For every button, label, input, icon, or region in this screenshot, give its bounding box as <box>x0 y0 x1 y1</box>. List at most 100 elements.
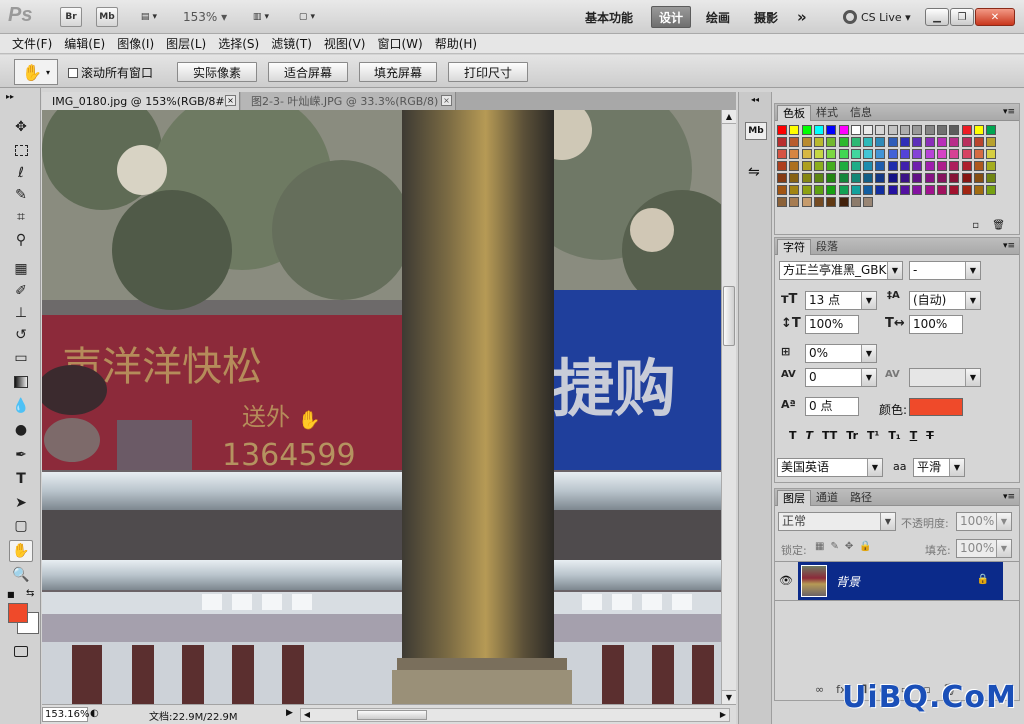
swatch[interactable] <box>789 161 800 171</box>
swatch[interactable] <box>875 173 886 183</box>
swatch[interactable] <box>789 125 800 135</box>
swatch[interactable] <box>789 149 800 159</box>
swatch[interactable] <box>875 185 886 195</box>
language-select[interactable]: 美国英语 ▼ <box>777 458 883 477</box>
gradient-tool-icon[interactable] <box>9 371 33 393</box>
swatch[interactable] <box>949 161 960 171</box>
quick-mask-icon[interactable] <box>9 640 33 662</box>
swatch[interactable] <box>826 173 837 183</box>
delete-swatch-icon[interactable]: 🗑 <box>992 220 1005 231</box>
horizontal-scrollbar-thumb[interactable] <box>357 710 427 720</box>
tab-paths[interactable]: 路径 <box>845 490 877 506</box>
swatch[interactable] <box>826 161 837 171</box>
small-caps-button[interactable]: Tr <box>846 429 858 442</box>
menu-edit[interactable]: 编辑(E) <box>58 34 111 54</box>
text-color-swatch[interactable] <box>909 398 963 416</box>
close-icon[interactable]: ✕ <box>975 8 1015 26</box>
scroll-all-windows-checkbox[interactable]: 滚动所有窗口 <box>68 64 153 81</box>
swatch[interactable] <box>850 173 861 183</box>
fit-screen-button[interactable]: 适合屏幕 <box>268 62 348 82</box>
swatch[interactable] <box>961 125 972 135</box>
view-extras-icon[interactable]: ▤ ▾ <box>132 7 166 27</box>
swatch[interactable] <box>973 137 984 147</box>
swatch[interactable] <box>850 185 861 195</box>
swatch[interactable] <box>850 137 861 147</box>
swatch[interactable] <box>924 185 935 195</box>
close-tab-icon[interactable]: × <box>225 95 236 106</box>
panel-menu-icon[interactable]: ▾≡ <box>1003 241 1015 251</box>
swatch[interactable] <box>850 125 861 135</box>
swatch[interactable] <box>973 161 984 171</box>
swatch[interactable] <box>863 149 874 159</box>
status-icon[interactable]: ◐ <box>90 708 99 719</box>
underline-button[interactable]: T <box>910 429 918 442</box>
swatch[interactable] <box>887 173 898 183</box>
menu-image[interactable]: 图像(I) <box>111 34 160 54</box>
history-panel-icon[interactable]: ⇋ <box>748 164 760 180</box>
swatch[interactable] <box>813 197 824 207</box>
swap-colors-icon[interactable]: ⇆ <box>26 588 34 599</box>
hand-tool-icon[interactable]: ✋ <box>9 540 33 562</box>
lock-all-icon[interactable]: 🔒 <box>859 541 871 552</box>
expand-panels-icon[interactable]: ◂◂ <box>751 95 759 104</box>
cs-live-button[interactable]: CS Live ▾ <box>836 6 918 28</box>
swatch[interactable] <box>986 137 997 147</box>
document-canvas[interactable]: 声洋洋快松 送外 1364599 捷购 ✋ <box>42 110 721 704</box>
swatch[interactable] <box>912 161 923 171</box>
swatch[interactable] <box>777 149 787 159</box>
baseline-shift-input[interactable]: 0 点 <box>805 397 859 416</box>
panel-menu-icon[interactable]: ▾≡ <box>1003 492 1015 502</box>
swatch[interactable] <box>838 185 849 195</box>
blend-mode-select[interactable]: 正常 ▼ <box>778 512 896 531</box>
foreground-color-swatch[interactable] <box>8 603 28 623</box>
tracking-select[interactable]: ▼ <box>909 368 981 387</box>
swatch[interactable] <box>961 173 972 183</box>
swatch[interactable] <box>850 161 861 171</box>
swatch[interactable] <box>961 161 972 171</box>
swatch[interactable] <box>924 125 935 135</box>
scroll-up-icon[interactable]: ▲ <box>722 110 736 124</box>
default-colors-icon[interactable]: ■ <box>7 590 15 599</box>
leading-select[interactable]: (自动) ▼ <box>909 291 981 310</box>
clone-stamp-tool-icon[interactable]: ⊥ <box>9 302 33 324</box>
swatch[interactable] <box>813 149 824 159</box>
move-tool-icon[interactable]: ✥ <box>9 116 33 138</box>
swatch[interactable] <box>789 137 800 147</box>
layer-row-background[interactable]: 👁 背景 🔒 <box>775 561 1019 601</box>
zoom-tool-icon[interactable]: 🔍 <box>9 564 33 586</box>
swatch[interactable] <box>863 197 874 207</box>
swatch[interactable] <box>936 137 947 147</box>
workspace-photography[interactable]: 摄影 <box>747 6 785 28</box>
menu-window[interactable]: 窗口(W) <box>371 34 428 54</box>
swatch[interactable] <box>801 149 812 159</box>
swatch[interactable] <box>887 137 898 147</box>
kerning-select[interactable]: 0 ▼ <box>805 368 877 387</box>
swatch[interactable] <box>801 185 812 195</box>
lock-pixels-icon[interactable]: ✎ <box>830 541 838 552</box>
close-tab-icon[interactable]: × <box>441 95 452 106</box>
fill-screen-button[interactable]: 填充屏幕 <box>359 62 437 82</box>
swatch[interactable] <box>801 161 812 171</box>
swatch[interactable] <box>838 173 849 183</box>
swatch[interactable] <box>924 149 935 159</box>
swatch[interactable] <box>789 185 800 195</box>
menu-help[interactable]: 帮助(H) <box>429 34 483 54</box>
screen-mode-icon[interactable]: ▢ ▾ <box>290 7 324 27</box>
swatch[interactable] <box>777 173 787 183</box>
dodge-tool-icon[interactable]: ● <box>9 419 33 441</box>
lasso-tool-icon[interactable]: ℓ <box>9 162 33 184</box>
swatch[interactable] <box>801 173 812 183</box>
swatch[interactable] <box>863 137 874 147</box>
visibility-eye-icon[interactable]: 👁 <box>775 562 797 600</box>
swatch[interactable] <box>850 149 861 159</box>
type-tool-icon[interactable]: T <box>9 468 33 490</box>
swatch[interactable] <box>912 137 923 147</box>
superscript-button[interactable]: T¹ <box>867 429 879 442</box>
spot-healing-tool-icon[interactable]: ▦ <box>9 258 33 280</box>
tab-layers[interactable]: 图层 <box>777 490 811 506</box>
scrollbar-thumb[interactable] <box>723 286 735 346</box>
swatch[interactable] <box>801 137 812 147</box>
swatch[interactable] <box>813 161 824 171</box>
zoom-field[interactable]: 153.16% <box>42 707 90 722</box>
menu-layer[interactable]: 图层(L) <box>160 34 212 54</box>
